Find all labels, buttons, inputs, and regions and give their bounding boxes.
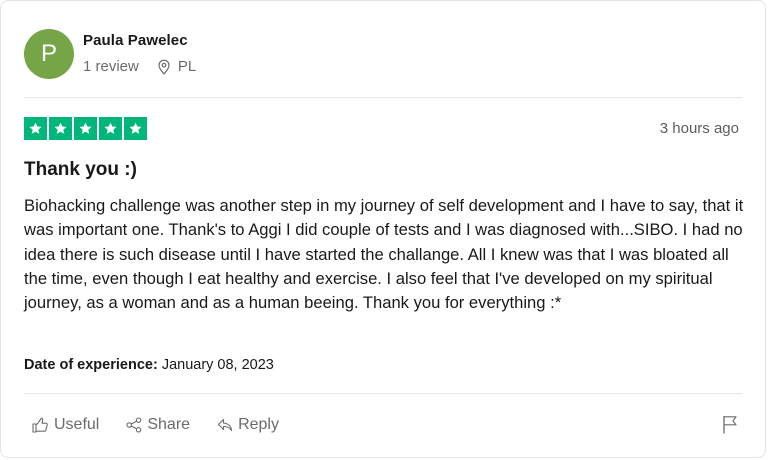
review-title[interactable]: Thank you :)	[24, 159, 137, 181]
share-button[interactable]: Share	[126, 416, 190, 434]
location-pin-icon	[158, 59, 170, 75]
avatar[interactable]: P	[24, 29, 74, 79]
reviewer-country: PL	[177, 58, 197, 75]
reviewer-info: Paula Pawelec 1 review PL	[83, 29, 196, 79]
review-body: Biohacking challenge was another step in…	[24, 196, 744, 313]
thumbs-up-icon	[32, 417, 48, 433]
experience-label: Date of experience:	[24, 357, 158, 373]
star-icon	[124, 117, 147, 140]
reviewer-location: PL	[157, 58, 196, 75]
reply-button[interactable]: Reply	[217, 416, 279, 434]
star-icon	[24, 117, 47, 140]
star-icon	[99, 117, 122, 140]
share-label: Share	[147, 416, 191, 433]
reply-label: Reply	[238, 416, 279, 433]
header-divider	[24, 97, 742, 98]
star-icon	[49, 117, 72, 140]
review-count: 1 review	[83, 58, 139, 75]
star-icon	[74, 117, 97, 140]
share-icon	[126, 417, 142, 433]
report-button[interactable]	[722, 415, 738, 439]
date-of-experience: Date of experience: January 08, 2023	[24, 357, 274, 373]
star-rating	[24, 117, 147, 140]
review-actions: Useful Share Reply	[32, 416, 306, 434]
review-card: P Paula Pawelec 1 review PL 3 hours ago …	[0, 0, 766, 458]
reply-icon	[218, 418, 233, 432]
reviewer-header: P Paula Pawelec 1 review PL	[24, 29, 196, 79]
experience-date: January 08, 2023	[161, 357, 274, 373]
reviewer-meta: 1 review PL	[83, 58, 196, 75]
reviewer-name[interactable]: Paula Pawelec	[83, 32, 196, 49]
footer-divider	[24, 393, 742, 394]
useful-button[interactable]: Useful	[32, 416, 99, 434]
posted-time: 3 hours ago	[659, 120, 739, 137]
flag-icon	[723, 416, 737, 434]
avatar-letter: P	[40, 40, 57, 67]
useful-label: Useful	[54, 416, 100, 433]
